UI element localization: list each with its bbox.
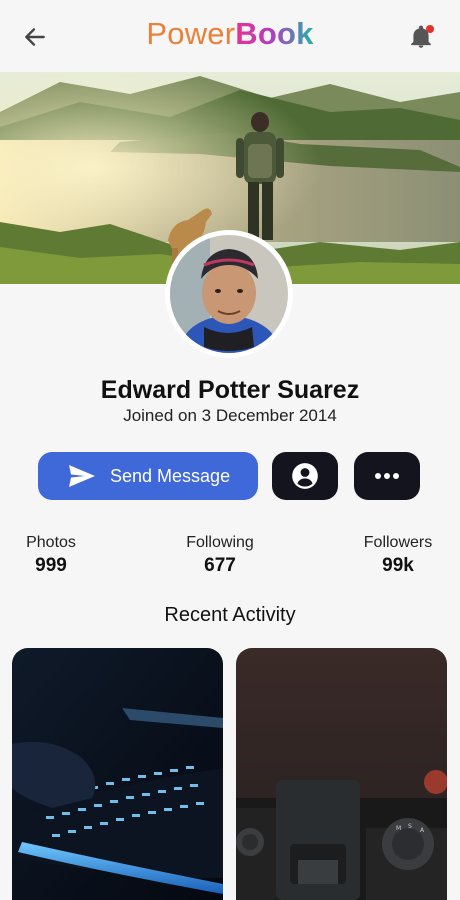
app-bar: PowerBook <box>0 0 460 72</box>
svg-text:M: M <box>396 825 401 832</box>
stat-label: Following <box>186 534 254 551</box>
send-message-button[interactable]: Send Message <box>38 452 258 500</box>
stat-value: 677 <box>204 555 236 576</box>
stat-photos[interactable]: Photos 999 <box>0 534 111 577</box>
send-message-label: Send Message <box>110 465 231 486</box>
stat-label: Followers <box>363 534 433 551</box>
stat-following[interactable]: Following 677 <box>160 534 280 577</box>
stat-value: 999 <box>35 555 67 576</box>
brand-part-1: Power <box>146 16 236 51</box>
activity-card-keyboard[interactable] <box>12 648 223 900</box>
recent-activity-title: Recent Activity <box>164 604 296 626</box>
joined-date: Joined on 3 December 2014 <box>123 406 337 425</box>
more-horizontal-icon <box>375 473 399 479</box>
svg-text:S: S <box>408 823 412 830</box>
avatar[interactable] <box>165 230 293 358</box>
stat-label: Photos <box>26 534 76 551</box>
profile-name: Edward Potter Suarez <box>100 376 360 404</box>
app-logo: PowerBook <box>0 16 460 52</box>
profile-button[interactable] <box>272 452 338 500</box>
notification-dot <box>426 25 434 33</box>
paper-plane-icon <box>69 465 95 487</box>
brand-part-2: Book <box>235 16 314 51</box>
account-circle-icon <box>292 463 318 489</box>
stat-value: 99k <box>382 555 414 576</box>
notifications-button[interactable] <box>404 20 438 54</box>
avatar-photo <box>170 235 288 353</box>
activity-card-camera[interactable]: MSA <box>236 648 447 900</box>
stat-followers[interactable]: Followers 99k <box>338 534 458 577</box>
more-button[interactable] <box>354 452 420 500</box>
